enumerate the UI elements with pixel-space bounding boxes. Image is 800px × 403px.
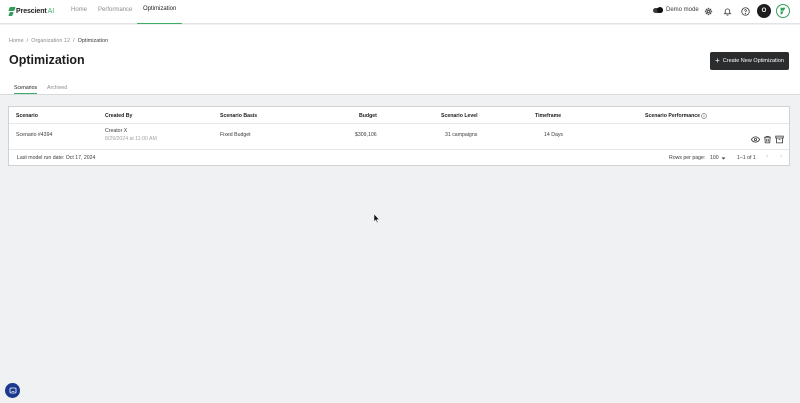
cell-timeframe: 14 Days: [544, 132, 564, 138]
breadcrumb-separator: /: [26, 38, 29, 44]
scenarios-table: Scenario Created By Scenario Basis Budge…: [8, 106, 790, 166]
pagination-range: 1–1 of 1: [737, 155, 756, 161]
page-header: [0, 25, 800, 95]
chevron-down-icon: [721, 157, 726, 159]
prescient-logo-icon: [9, 7, 15, 16]
chat-bubble-icon: [9, 387, 16, 393]
last-model-run-date: Last model run date: Oct 17, 2024: [17, 155, 96, 161]
brand-logo[interactable]: Prescient AI: [9, 6, 54, 16]
nav-tab-performance[interactable]: Performance: [98, 0, 132, 24]
cell-scenario-basis: Fixed Budget: [220, 132, 251, 138]
breadcrumb: Home / Organization 12 / Optimization: [9, 38, 108, 44]
column-header-budget[interactable]: Budget: [359, 113, 377, 119]
cell-scenario-level: 31 campaigns: [445, 132, 478, 138]
column-header-created-by[interactable]: Created By: [105, 113, 132, 119]
mouse-cursor-icon: [374, 214, 380, 223]
cell-created-by: Creator X: [105, 128, 128, 134]
brand-suffix: AI: [47, 7, 55, 15]
help-question-icon[interactable]: [739, 5, 752, 18]
brand-name: Prescient: [16, 7, 47, 15]
chat-launcher-button[interactable]: [5, 383, 20, 398]
tab-scenarios[interactable]: Scenarios: [14, 85, 38, 94]
page-title: Optimization: [9, 53, 85, 67]
cell-created-at: 8/29/2024 at 11:00 AM: [105, 136, 157, 142]
breadcrumb-current: Optimization: [77, 38, 109, 44]
organization-logo-icon[interactable]: [776, 4, 790, 18]
notifications-bell-icon[interactable]: [721, 5, 734, 18]
column-header-scenario[interactable]: Scenario: [16, 113, 38, 119]
cell-scenario-name[interactable]: Scenario #4394: [16, 132, 52, 138]
plus-icon: +: [715, 55, 720, 65]
create-button-label: Create New Optimization: [722, 58, 784, 64]
rows-per-page-value: 100: [710, 155, 719, 161]
settings-gear-icon[interactable]: [702, 5, 715, 18]
column-header-scenario-level[interactable]: Scenario Level: [441, 113, 478, 119]
top-nav-bar: Prescient AI Home Performance Optimizati…: [0, 0, 800, 24]
column-header-timeframe[interactable]: Timeframe: [535, 113, 561, 119]
breadcrumb-home[interactable]: Home: [9, 38, 24, 44]
cell-budget: $309,106: [355, 132, 377, 138]
next-page-chevron-icon[interactable]: ›: [780, 153, 782, 160]
toggle-switch-icon[interactable]: [653, 7, 663, 13]
nav-tab-home[interactable]: Home: [71, 0, 87, 24]
breadcrumb-separator: /: [73, 38, 75, 44]
column-header-scenario-performance[interactable]: Scenario Performance: [645, 113, 707, 119]
previous-page-chevron-icon[interactable]: ‹: [766, 153, 768, 160]
breadcrumb-organization[interactable]: Organization 12: [31, 38, 70, 44]
create-new-optimization-button[interactable]: + Create New Optimization: [710, 52, 789, 70]
info-icon[interactable]: [701, 113, 707, 119]
user-avatar[interactable]: O: [757, 4, 771, 18]
demo-mode-label: Demo mode: [666, 7, 699, 13]
rows-per-page-select[interactable]: 100: [710, 155, 726, 161]
column-header-scenario-basis[interactable]: Scenario Basis: [220, 113, 257, 119]
archive-box-icon[interactable]: [775, 131, 784, 144]
scenario-performance-label: Scenario Performance: [645, 113, 701, 119]
rows-per-page-label: Rows per page:: [669, 155, 706, 161]
demo-mode-toggle[interactable]: Demo mode: [653, 7, 699, 13]
nav-tab-optimization[interactable]: Optimization: [137, 0, 183, 24]
row-divider: [9, 149, 789, 150]
tab-archived[interactable]: Archived: [47, 85, 67, 91]
view-eye-icon[interactable]: [750, 131, 761, 143]
header-divider: [9, 123, 789, 124]
delete-trash-icon[interactable]: [763, 131, 772, 144]
